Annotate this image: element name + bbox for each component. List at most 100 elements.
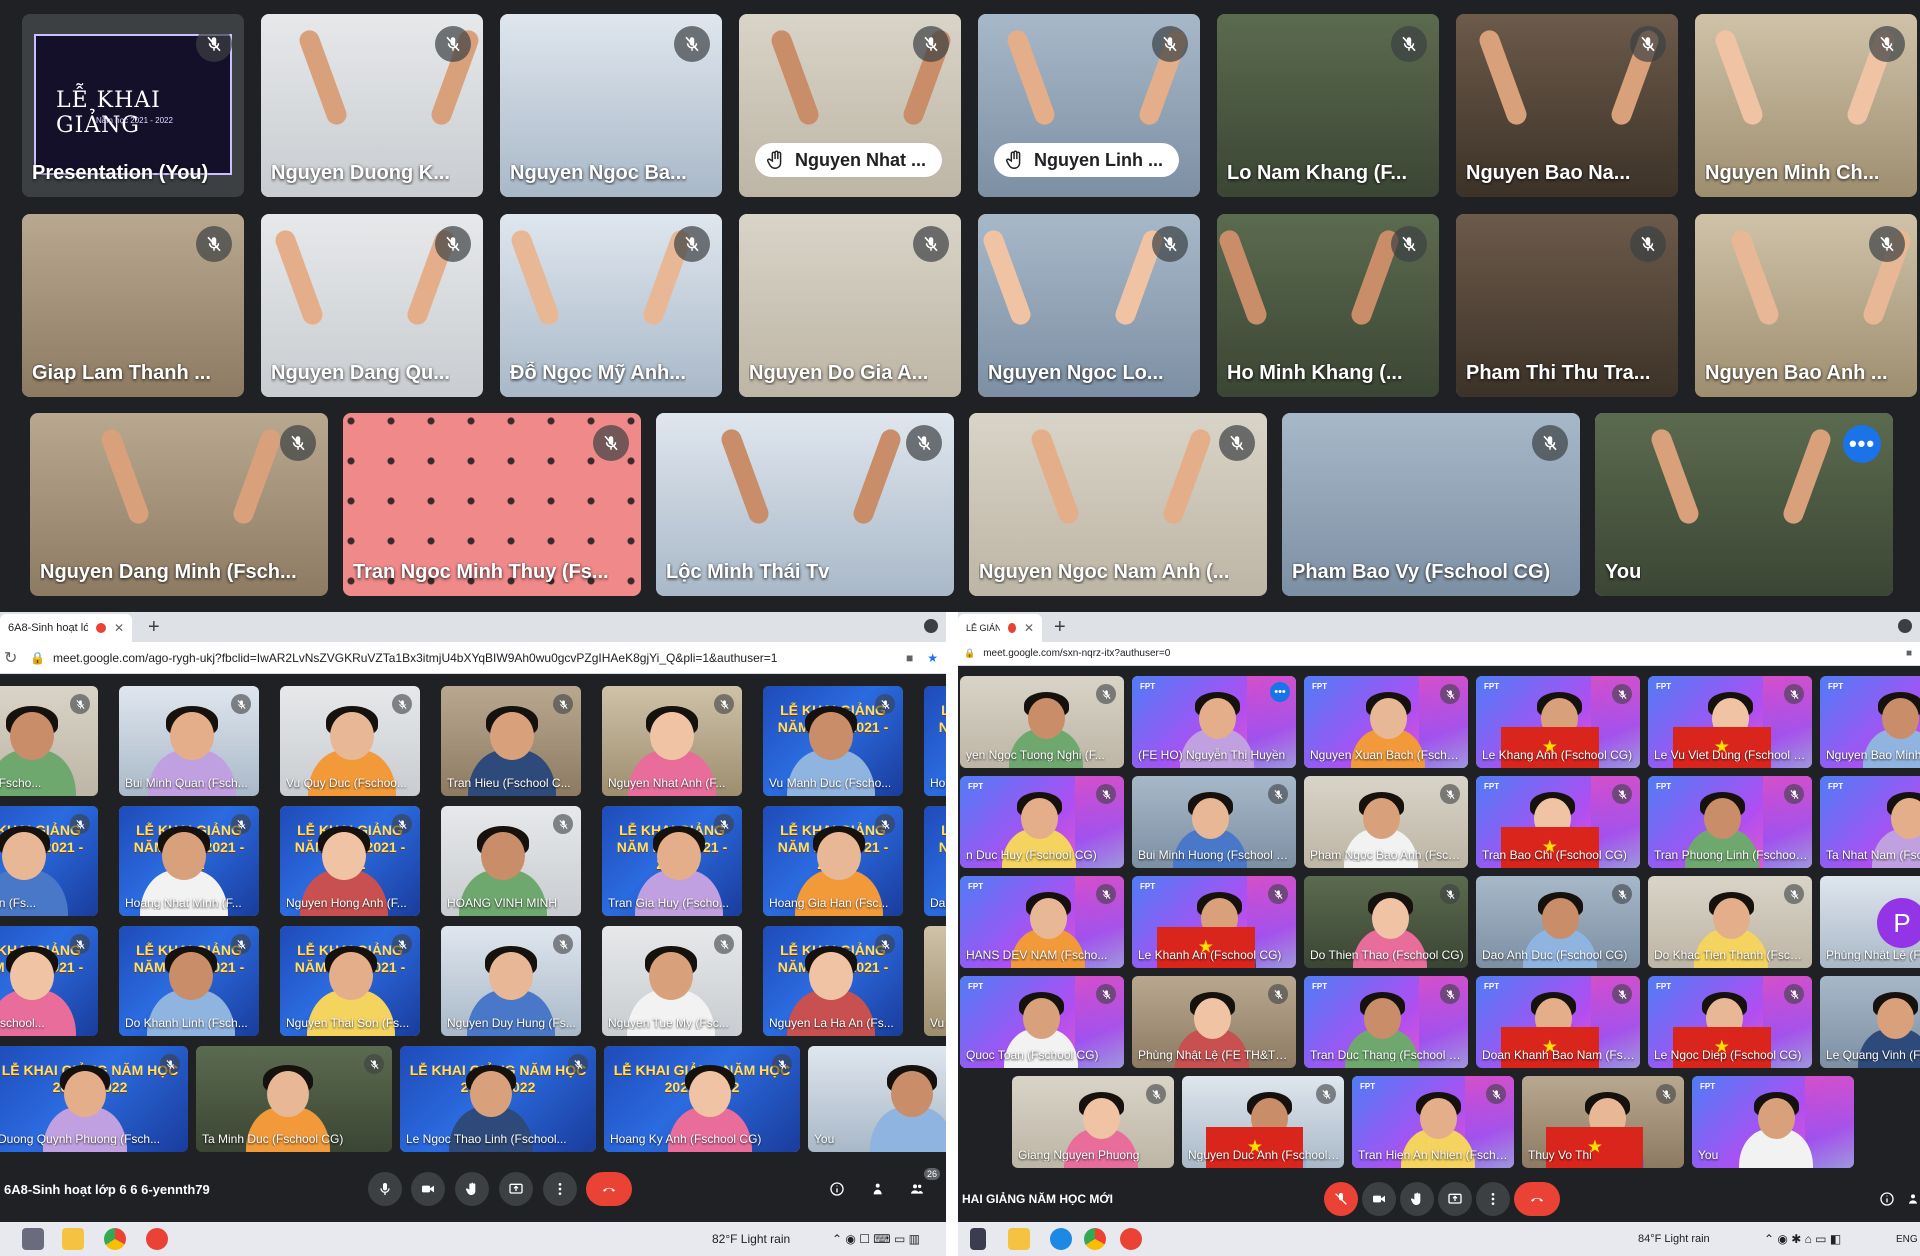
participant-tile[interactable]: FPT Nguyen Xuan Bach (Fschool...: [1304, 676, 1468, 768]
participant-tile[interactable]: LỄ KHAI GIẢNG NĂM HỌC 2021 - 2022Hoang G…: [763, 806, 903, 916]
participant-tile[interactable]: FPT Quoc Toan (Fschool CG): [960, 976, 1124, 1068]
reload-icon[interactable]: ↻: [4, 648, 24, 668]
chrome-icon[interactable]: [1084, 1228, 1106, 1250]
participant-tile[interactable]: Nguyen Duong K...: [261, 14, 483, 197]
participant-tile[interactable]: Nguyen Dang Qu...: [261, 214, 483, 397]
language-indicator[interactable]: ENG: [1896, 1234, 1918, 1245]
mic-button[interactable]: [1324, 1182, 1358, 1216]
system-tray-icons[interactable]: ⌃ ◉ ✱ ⌂ ▭ ◧: [1764, 1232, 1841, 1246]
participant-tile[interactable]: LỄ KHAI GIẢNG NĂM HỌC 2021 - 2022 Ho N: [924, 686, 946, 796]
browser-tab[interactable]: 6A8-Sinh hoạt lớp 6 ✕: [0, 614, 132, 642]
lock-icon[interactable]: 🔒: [30, 651, 45, 665]
participant-tile[interactable]: Nguyen Duc Anh (Fschool C...: [1182, 1076, 1344, 1168]
file-explorer-icon[interactable]: [1008, 1228, 1030, 1250]
recorder-app-icon[interactable]: [146, 1228, 168, 1250]
participant-tile[interactable]: Giap Lam Thanh ...: [22, 214, 244, 397]
participant-tile[interactable]: LỄ KHAI GIẢNG NĂM HỌC 2021 - 2022Nguyen …: [280, 806, 420, 916]
participant-tile[interactable]: LỄ KHAI GIẢNG NĂM HỌC 2021 - 2022Vu Manh…: [763, 686, 903, 796]
participant-tile[interactable]: Dao Anh Duc (Fschool CG): [1476, 876, 1640, 968]
participant-tile[interactable]: Nguyen Ngoc Lo...: [978, 214, 1200, 397]
participant-tile[interactable]: Lộc Minh Thái Tv: [656, 413, 954, 596]
participant-tile[interactable]: Do Thien Thao (Fschool CG): [1304, 876, 1468, 968]
participant-tile[interactable]: FPT Tran Duc Thang (Fschool CG): [1304, 976, 1468, 1068]
participant-tile[interactable]: FPT Le Vu Viet Dung (Fschool CG): [1648, 676, 1812, 768]
close-tab-icon[interactable]: ✕: [1024, 621, 1034, 635]
participant-tile[interactable]: Nguyen Linh ...: [978, 14, 1200, 197]
participant-tile[interactable]: Pham Ngoc Bao Anh (Fscho...: [1304, 776, 1468, 868]
participant-tile[interactable]: FPT Ta Nhat Nam (Fschool: [1820, 776, 1920, 868]
participant-tile[interactable]: FPT Le Khang Anh (Fschool CG): [1476, 676, 1640, 768]
raise-hand-button[interactable]: [455, 1172, 489, 1206]
participant-tile[interactable]: LỄ KHAI GIẢNG NĂM HỌC 2021 - 2022Le Ngoc…: [400, 1046, 596, 1152]
participant-tile[interactable]: Phuc (Fscho...: [0, 686, 98, 796]
participant-tile[interactable]: Giang Nguyen Phuong: [1012, 1076, 1174, 1168]
participant-tile[interactable]: FPT Tran Phuong Linh (Fschool...: [1648, 776, 1812, 868]
participant-tile[interactable]: Phùng Nhật Lệ (FE TH&THCS): [1132, 976, 1296, 1068]
self-video-tile[interactable]: FPT You: [1692, 1076, 1854, 1168]
camera-indicator-icon[interactable]: ■: [1906, 648, 1912, 659]
participant-tile[interactable]: LỄ KHAI GIẢNG NĂM HỌC 2021 - 2022Duong Q…: [0, 1046, 188, 1152]
participant-tile[interactable]: FPT Tran Bao Chi (Fschool CG): [1476, 776, 1640, 868]
edge-icon[interactable]: [1050, 1228, 1072, 1250]
participant-tile[interactable]: Nguyen Bao Anh ...: [1695, 214, 1917, 397]
participant-tile[interactable]: LỄ KHAI GIẢNG NĂM HỌC 2021 - 2022Nguyen …: [0, 806, 98, 916]
participant-tile[interactable]: Nguyen Minh Ch...: [1695, 14, 1917, 197]
participant-tile[interactable]: FPT Tran Hien An Nhien (Fschoo...: [1352, 1076, 1514, 1168]
chrome-icon[interactable]: [104, 1228, 126, 1250]
participant-tile[interactable]: Pham Thi Thu Tra...: [1456, 214, 1678, 397]
task-view-icon[interactable]: [970, 1228, 986, 1250]
participant-tile[interactable]: LỄ KHAI GIẢNG NĂM HỌC 2021 - 2022Nguyen …: [763, 926, 903, 1036]
participant-tile[interactable]: FPT n Duc Huy (Fschool CG): [960, 776, 1124, 868]
store-icon[interactable]: [22, 1228, 44, 1250]
participant-tile[interactable]: Nguyen Dang Minh (Fsch...: [30, 413, 328, 596]
participant-tile[interactable]: LỄ KHAI GIẢNG NĂM HỌC 2021 - 2022Hoang N…: [119, 806, 259, 916]
weather-widget[interactable]: 82°F Light rain: [712, 1232, 790, 1246]
address-bar[interactable]: ↻ 🔒 meet.google.com/ago-rygh-ukj?fbclid=…: [0, 642, 946, 674]
participant-tile[interactable]: Pham Bao Vy (Fschool CG): [1282, 413, 1580, 596]
more-options-dots-icon[interactable]: •••: [1270, 682, 1290, 702]
participant-tile[interactable]: Lo Nam Khang (F...: [1217, 14, 1439, 197]
participant-tile[interactable]: HOANG VINH MINH: [441, 806, 581, 916]
more-options-button[interactable]: [1476, 1182, 1510, 1216]
participant-tile[interactable]: LỄ KHAI GIẢNG NĂM HỌC 2021 - 2022Nguyen …: [280, 926, 420, 1036]
participant-tile[interactable]: PPhùng Nhật Lệ (FE TH&TH: [1820, 876, 1920, 968]
recorder-app-icon[interactable]: [1120, 1228, 1142, 1250]
lock-icon[interactable]: 🔒: [964, 648, 975, 659]
participant-tile[interactable]: FPT Doan Khanh Bao Nam (Fsch...: [1476, 976, 1640, 1068]
weather-widget[interactable]: 84°F Light rain: [1638, 1233, 1710, 1245]
url-text[interactable]: meet.google.com/sxn-nqrz-itx?authuser=0: [983, 648, 1170, 659]
participant-tile[interactable]: Vu Quy Duc (Fschoo...: [280, 686, 420, 796]
camera-button[interactable]: [1362, 1182, 1396, 1216]
new-tab-icon[interactable]: +: [148, 616, 160, 639]
meeting-details-button[interactable]: [820, 1172, 854, 1206]
participant-tile[interactable]: Nguyen Nhat ...: [739, 14, 961, 197]
close-tab-icon[interactable]: ✕: [114, 621, 124, 635]
participant-tile[interactable]: Nguyen Nhat Anh (F...: [602, 686, 742, 796]
leave-call-button[interactable]: [586, 1172, 632, 1206]
participant-tile[interactable]: Tran Ngoc Minh Thuy (Fs...: [343, 413, 641, 596]
more-options-button[interactable]: [543, 1172, 577, 1206]
present-button[interactable]: [1438, 1182, 1472, 1216]
people-button[interactable]: [1898, 1182, 1920, 1216]
participant-tile[interactable]: Ta Minh Duc (Fschool CG): [196, 1046, 392, 1152]
self-video-tile[interactable]: You •••: [1595, 413, 1893, 596]
participant-tile[interactable]: Bui Minh Huong (Fschool CG): [1132, 776, 1296, 868]
participant-tile[interactable]: Nguyen Do Gia A...: [739, 214, 961, 397]
browser-tab[interactable]: LỄ GIẢNG NĂ ✕: [958, 614, 1042, 642]
leave-call-button[interactable]: [1514, 1182, 1560, 1216]
camera-indicator-icon[interactable]: ■: [906, 651, 913, 665]
participant-tile[interactable]: Nguyen Ngoc Nam Anh (...: [969, 413, 1267, 596]
participant-tile[interactable]: Nguyen Ngoc Ba...: [500, 14, 722, 197]
participant-tile[interactable]: LỄ KHAI GIẢNG NĂM HỌC 2021 - 2022Do Khan…: [119, 926, 259, 1036]
participant-tile[interactable]: Đỗ Ngọc Mỹ Anh...: [500, 214, 722, 397]
system-tray-icons[interactable]: ⌃ ◉ ☐ ⌨ ▭ ▥: [832, 1232, 920, 1246]
participant-tile[interactable]: Thuy Vo Thi: [1522, 1076, 1684, 1168]
participant-tile[interactable]: FPT HANS DEV NAM (Fscho...: [960, 876, 1124, 968]
participant-tile[interactable]: Vu C: [924, 926, 946, 1036]
participant-tile[interactable]: FPT Le Khanh An (Fschool CG): [1132, 876, 1296, 968]
present-button[interactable]: [499, 1172, 533, 1206]
participant-tile[interactable]: FPT (FE HO) Nguyễn Thị Huyền •••: [1132, 676, 1296, 768]
camera-button[interactable]: [411, 1172, 445, 1206]
participant-tile[interactable]: LỄ KHAI GIẢNG NĂM HỌC 2021 - 2022 Dan: [924, 806, 946, 916]
address-bar[interactable]: 🔒 meet.google.com/sxn-nqrz-itx?authuser=…: [958, 642, 1920, 666]
